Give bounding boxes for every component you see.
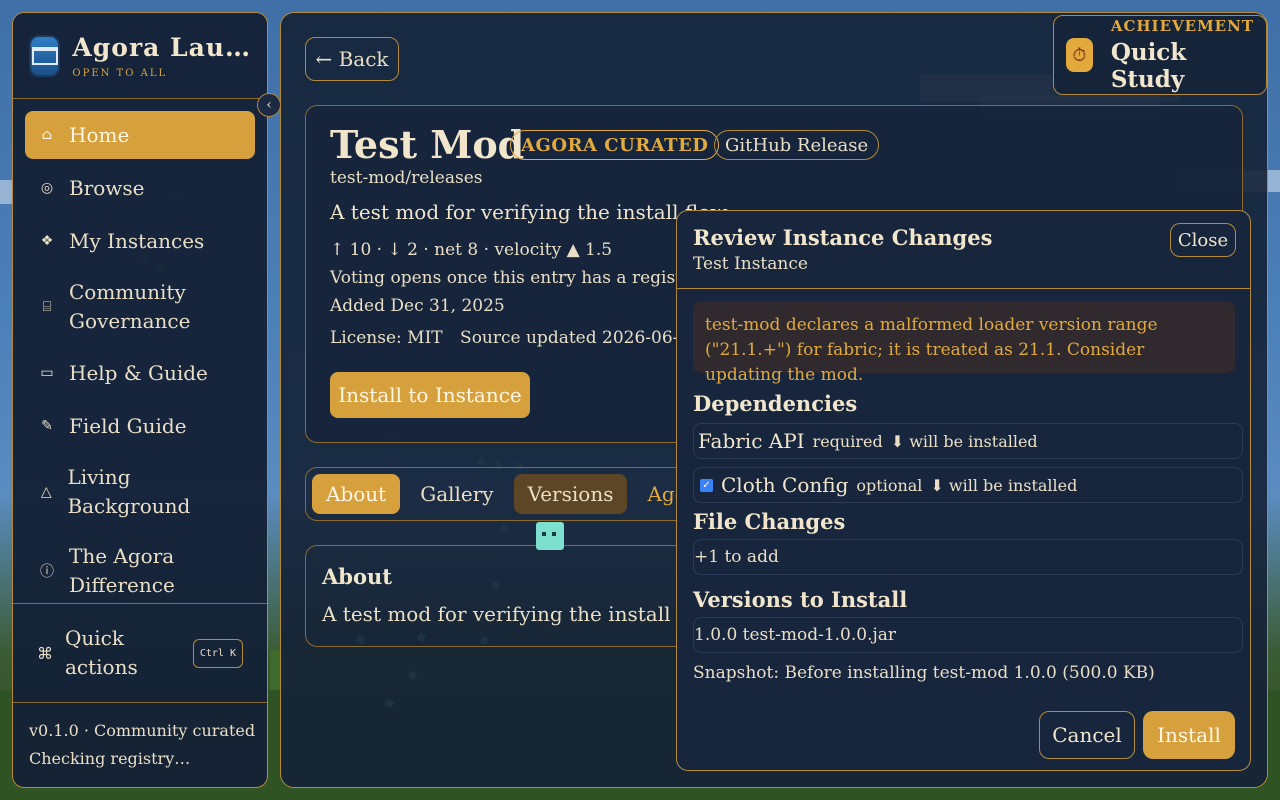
dependency-status: ⬇ will be installed xyxy=(930,475,1078,495)
curated-badge: AGORA CURATED xyxy=(510,130,720,160)
sidebar-item-label: Browse xyxy=(69,175,145,200)
sidebar-item-my-instances[interactable]: ❖ My Instances xyxy=(25,217,255,265)
dependency-name: Fabric API xyxy=(698,429,805,453)
achievement-kicker: ACHIEVEMENT xyxy=(1110,17,1254,35)
source-updated-text: Source updated 2026-06-01 xyxy=(460,328,701,348)
dependency-row: ✓ Cloth Config optional ⬇ will be instal… xyxy=(693,467,1243,503)
license-row: License: MIT Source updated 2026-06-01 xyxy=(330,328,712,348)
quick-actions[interactable]: ⌘ Quick actions Ctrl K xyxy=(13,603,267,703)
keyboard-shortcut: Ctrl K xyxy=(192,638,243,668)
tab-gallery[interactable]: Gallery xyxy=(406,474,507,514)
versions-title: Versions to Install xyxy=(693,587,908,612)
sidebar-item-label: Help & Guide xyxy=(69,360,208,385)
compass-icon: ◎ xyxy=(40,180,54,196)
dependency-kind: required xyxy=(812,431,883,451)
edit-icon: ✎ xyxy=(41,418,53,434)
optional-dependency-checkbox[interactable]: ✓ xyxy=(700,478,713,492)
dependencies-title: Dependencies xyxy=(693,391,858,416)
robot-mascot-icon xyxy=(536,522,564,550)
sidebar-item-browse[interactable]: ◎ Browse xyxy=(25,164,255,212)
dependency-name: Cloth Config xyxy=(721,473,849,497)
stopwatch-icon: ⏱ xyxy=(1066,38,1093,72)
sidebar-nav: ⌂ Home ◎ Browse ❖ My Instances ⌸ Communi… xyxy=(13,99,267,625)
version-row: 1.0.0 test-mod-1.0.0.jar xyxy=(693,617,1243,653)
dialog-title: Review Instance Changes xyxy=(693,225,993,250)
loader-warning: test-mod declares a malformed loader ver… xyxy=(693,301,1235,385)
sidebar-item-field-guide[interactable]: ✎ Field Guide xyxy=(25,402,255,450)
mountain-icon: △ xyxy=(40,484,52,500)
sidebar-item-living-background[interactable]: △ Living Background xyxy=(25,455,255,529)
back-button[interactable]: ← Back xyxy=(305,37,399,81)
dependency-status: ⬇ will be installed xyxy=(890,431,1038,451)
sidebar-item-help-guide[interactable]: ▭ Help & Guide xyxy=(25,349,255,397)
cancel-button[interactable]: Cancel xyxy=(1039,711,1135,759)
version-entry: 1.0.0 test-mod-1.0.0.jar xyxy=(694,625,897,645)
sidebar-item-community-governance[interactable]: ⌸ Community Governance xyxy=(25,270,255,344)
install-button[interactable]: Install xyxy=(1143,711,1235,759)
achievement-title: Quick Study xyxy=(1110,39,1187,93)
sidebar-item-label: My Instances xyxy=(69,228,205,253)
bank-icon: ⌸ xyxy=(42,299,52,315)
source-badge: GitHub Release xyxy=(714,130,880,160)
sidebar-item-label: Field Guide xyxy=(69,413,187,438)
sidebar-footer: v0.1.0 · Community curated Checking regi… xyxy=(29,717,255,773)
brand-subtitle: OPEN TO ALL xyxy=(72,67,168,79)
chevron-left-icon: ‹ xyxy=(266,97,272,113)
tab-versions[interactable]: Versions xyxy=(513,474,628,514)
registry-status: Checking registry… xyxy=(29,749,191,768)
quick-actions-label: Quick actions xyxy=(65,626,138,679)
mod-description: A test mod for verifying the install flo… xyxy=(330,200,732,224)
achievement-toast: ⏱ ACHIEVEMENT Quick Study xyxy=(1053,15,1267,95)
sidebar-item-agora-difference[interactable]: ⓘ The Agora Difference xyxy=(25,534,255,608)
snapshot-note: Snapshot: Before installing test-mod 1.0… xyxy=(693,663,1155,683)
file-changes-title: File Changes xyxy=(693,509,846,534)
sidebar-item-label: Community Governance xyxy=(69,280,191,333)
file-changes-row: +1 to add xyxy=(693,539,1243,575)
cubes-icon: ❖ xyxy=(40,233,54,249)
sidebar-item-home[interactable]: ⌂ Home xyxy=(25,111,255,159)
sidebar-item-label: Home xyxy=(69,122,130,147)
dependency-row: Fabric API required ⬇ will be installed xyxy=(693,423,1243,459)
added-date: Added Dec 31, 2025 xyxy=(330,296,505,316)
home-icon: ⌂ xyxy=(41,127,53,143)
book-icon: ▭ xyxy=(40,365,54,381)
command-icon: ⌘ xyxy=(37,643,53,663)
dialog-header: Review Instance Changes Test Instance Cl… xyxy=(677,211,1250,289)
file-changes-summary: +1 to add xyxy=(694,547,779,567)
review-instance-changes-dialog: Review Instance Changes Test Instance Cl… xyxy=(676,210,1251,771)
dialog-subtitle: Test Instance xyxy=(693,254,808,274)
dependency-kind: optional xyxy=(856,475,923,495)
about-text: A test mod for verifying the install flo… xyxy=(322,602,724,626)
sidebar: Agora Lau… OPEN TO ALL ‹ ⌂ Home ◎ Browse… xyxy=(12,12,281,788)
sidebar-item-label: Living Background xyxy=(67,465,191,518)
brand: Agora Lau… OPEN TO ALL xyxy=(13,13,267,99)
sidebar-item-label: The Agora Difference xyxy=(69,544,175,597)
version-text: v0.1.0 · Community curated xyxy=(29,721,256,740)
mod-title: Test Mod xyxy=(330,122,525,167)
about-title: About xyxy=(322,564,392,589)
vote-stats: ↑ 10 · ↓ 2 · net 8 · velocity ▲ 1.5 xyxy=(330,240,613,260)
mod-slug: test-mod/releases xyxy=(330,168,483,188)
install-to-instance-button[interactable]: Install to Instance xyxy=(330,372,530,418)
license-text: License: MIT xyxy=(330,328,443,348)
voting-note: Voting opens once this entry has a regis… xyxy=(330,268,715,288)
collapse-sidebar-button[interactable]: ‹ xyxy=(257,93,281,117)
brand-title: Agora Lau… xyxy=(72,32,251,62)
tab-about[interactable]: About xyxy=(312,474,401,514)
info-icon: ⓘ xyxy=(40,564,54,580)
agora-logo-icon xyxy=(29,34,61,77)
close-button[interactable]: Close xyxy=(1170,223,1236,257)
